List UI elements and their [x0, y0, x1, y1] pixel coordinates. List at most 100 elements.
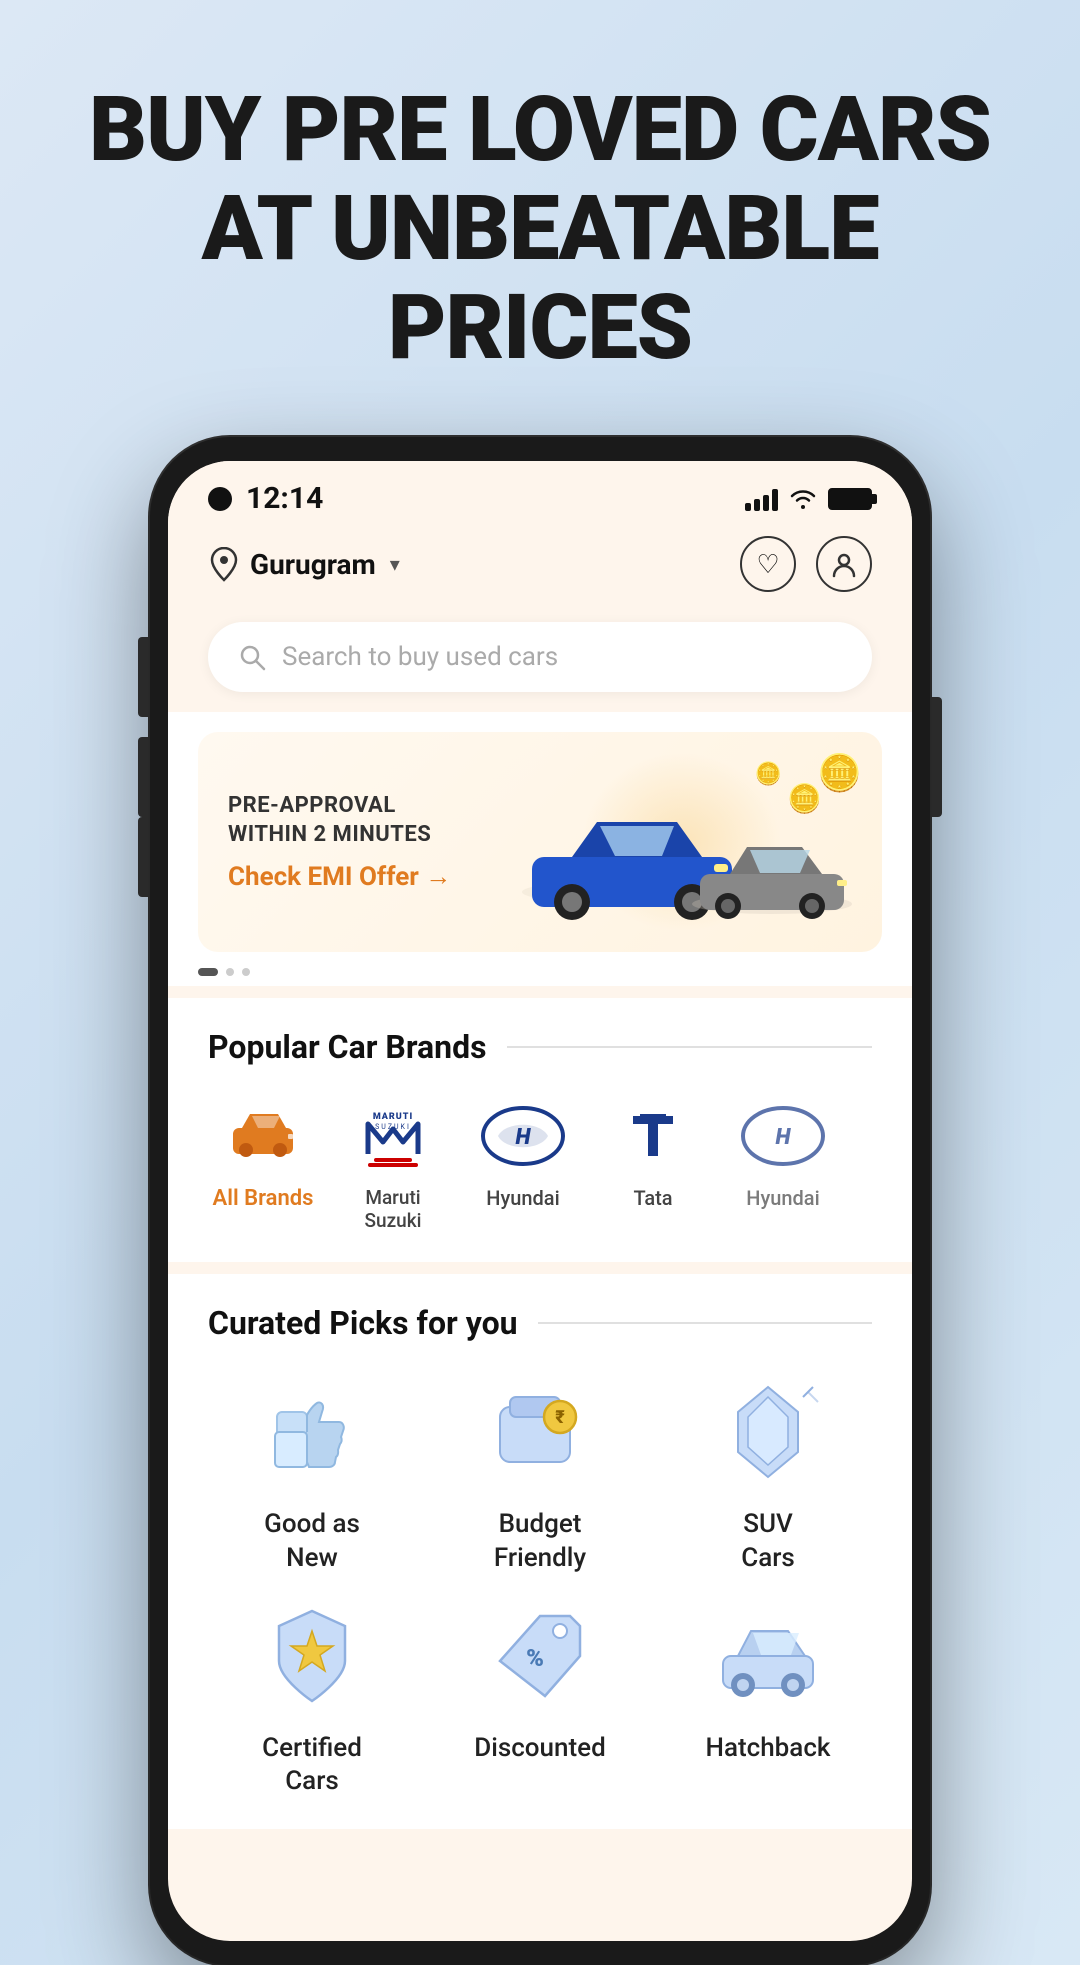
all-brands-icon-wrap [213, 1096, 313, 1176]
curated-item-certified[interactable]: CertifiedCars [208, 1596, 416, 1800]
banner-card[interactable]: PRE-APPROVAL WITHIN 2 MINUTES Check EMI … [198, 732, 882, 952]
header-actions: ♡ [740, 536, 872, 592]
good-as-new-icon [252, 1372, 372, 1492]
wifi-icon [788, 487, 818, 511]
suv-cars-label: SUVCars [741, 1508, 795, 1576]
brand-maruti-label: MarutiSuzuki [365, 1186, 422, 1232]
car-icon [228, 1106, 298, 1166]
banner-line1: PRE-APPROVAL [228, 792, 512, 821]
camera-dot [208, 487, 232, 511]
phone-screen: 12:14 [168, 461, 912, 1941]
phone-top-area: 12:14 [168, 461, 912, 712]
certified-icon [252, 1596, 372, 1716]
location-selector[interactable]: Gurugram ▾ [208, 546, 400, 582]
svg-text:₹: ₹ [555, 1407, 565, 1428]
svg-text:H: H [516, 1125, 532, 1150]
certified-label: CertifiedCars [262, 1732, 362, 1800]
brand-hyundai2-label: Hyundai [746, 1186, 819, 1210]
svg-text:SUZUKI: SUZUKI [375, 1123, 411, 1131]
curated-item-hatchback[interactable]: Hatchback [664, 1596, 872, 1800]
curated-item-budget-friendly[interactable]: ₹ BudgetFriendly [436, 1372, 644, 1576]
hyundai-logo-svg: H [478, 1106, 568, 1166]
discount-label: Discounted [474, 1732, 605, 1766]
app-header: Gurugram ▾ ♡ [168, 526, 912, 612]
curated-item-discount[interactable]: % Discounted [436, 1596, 644, 1800]
hatchback-icon [708, 1596, 828, 1716]
brand-item-hyundai1[interactable]: H Hyundai [468, 1096, 578, 1232]
banner-dot-1 [226, 968, 234, 976]
curated-picks-title: Curated Picks for you [208, 1304, 518, 1342]
brand-all-label: All Brands [213, 1186, 314, 1211]
hero-title: BUY PRE LOVED CARS AT UNBEATABLE PRICES [60, 80, 1020, 377]
status-bar: 12:14 [168, 461, 912, 526]
budget-friendly-label: BudgetFriendly [494, 1508, 586, 1576]
banner-line2: WITHIN 2 MINUTES [228, 821, 512, 850]
search-placeholder-text: Search to buy used cars [282, 642, 558, 672]
curated-grid: Good asNew ₹ [208, 1372, 872, 1799]
banner-subtitle: PRE-APPROVAL WITHIN 2 MINUTES [228, 792, 512, 849]
banner-cta[interactable]: Check EMI Offer → [228, 861, 512, 892]
hyundai1-icon-wrap: H [473, 1096, 573, 1176]
curated-picks-section: Curated Picks for you [168, 1274, 912, 1829]
brand-item-tata[interactable]: Tata [598, 1096, 708, 1232]
search-bar[interactable]: Search to buy used cars [208, 622, 872, 692]
heart-icon: ♡ [756, 549, 779, 580]
popular-brands-title: Popular Car Brands [208, 1028, 487, 1066]
hyundai2-logo-svg: H [738, 1106, 828, 1166]
phone-wrapper: 12:14 [150, 437, 930, 1965]
person-icon [830, 550, 858, 578]
profile-button[interactable] [816, 536, 872, 592]
gray-car-icon [692, 832, 852, 922]
section-divider [507, 1046, 872, 1048]
coin-decoration-3: 🪙 [755, 762, 782, 787]
banner-pagination [198, 952, 882, 976]
good-as-new-label: Good asNew [264, 1508, 360, 1576]
svg-text:H: H [776, 1125, 792, 1150]
tata-icon-wrap [603, 1096, 703, 1176]
coin-decoration: 🪙 [817, 752, 862, 794]
banner-dot-active [198, 968, 218, 976]
phone-frame: 12:14 [150, 437, 930, 1965]
battery-icon [828, 488, 872, 510]
svg-text:%: % [526, 1644, 544, 1672]
brands-row: All Brands MARUTI SUZU [208, 1096, 872, 1242]
clock-time: 12:14 [246, 481, 323, 516]
banner-dot-2 [242, 968, 250, 976]
discount-icon: % [480, 1596, 600, 1716]
search-icon [238, 643, 266, 671]
brand-item-maruti[interactable]: MARUTI SUZUKI MarutiSuzuki [338, 1096, 448, 1232]
popular-brands-section: Popular Car Brands [168, 998, 912, 1262]
wishlist-button[interactable]: ♡ [740, 536, 796, 592]
section-header-brands: Popular Car Brands [208, 1028, 872, 1066]
suv-cars-icon [708, 1372, 828, 1492]
hero-title-line2: AT UNBEATABLE PRICES [60, 179, 1020, 377]
signal-icon [745, 487, 778, 511]
coin-decoration-2: 🪙 [787, 782, 822, 815]
status-icons [745, 487, 872, 511]
hero-title-line1: BUY PRE LOVED CARS [60, 80, 1020, 179]
maruti-logo-svg: MARUTI SUZUKI [348, 1104, 438, 1169]
section-divider-2 [538, 1322, 872, 1324]
brand-tata-label: Tata [633, 1186, 672, 1210]
hatchback-label: Hatchback [706, 1732, 831, 1766]
brand-item-all[interactable]: All Brands [208, 1096, 318, 1232]
location-pin-icon [208, 546, 240, 582]
brand-item-hyundai2[interactable]: H Hyundai [728, 1096, 838, 1232]
banner-image: 🪙 🪙 🪙 [512, 762, 852, 922]
banner-text: PRE-APPROVAL WITHIN 2 MINUTES Check EMI … [228, 792, 512, 892]
hero-section: BUY PRE LOVED CARS AT UNBEATABLE PRICES [0, 0, 1080, 417]
search-container: Search to buy used cars [168, 612, 912, 712]
chevron-down-icon: ▾ [390, 552, 400, 576]
banner-section: PRE-APPROVAL WITHIN 2 MINUTES Check EMI … [168, 712, 912, 986]
location-name: Gurugram [250, 548, 376, 581]
curated-item-good-as-new[interactable]: Good asNew [208, 1372, 416, 1576]
budget-friendly-icon: ₹ [480, 1372, 600, 1492]
brand-hyundai1-label: Hyundai [486, 1186, 559, 1210]
profile-svg [830, 550, 858, 578]
hyundai2-icon-wrap: H [733, 1096, 833, 1176]
tata-logo-svg [608, 1106, 698, 1166]
section-header-curated: Curated Picks for you [208, 1304, 872, 1342]
status-time-area: 12:14 [208, 481, 323, 516]
maruti-icon-wrap: MARUTI SUZUKI [343, 1096, 443, 1176]
curated-item-suv-cars[interactable]: SUVCars [664, 1372, 872, 1576]
